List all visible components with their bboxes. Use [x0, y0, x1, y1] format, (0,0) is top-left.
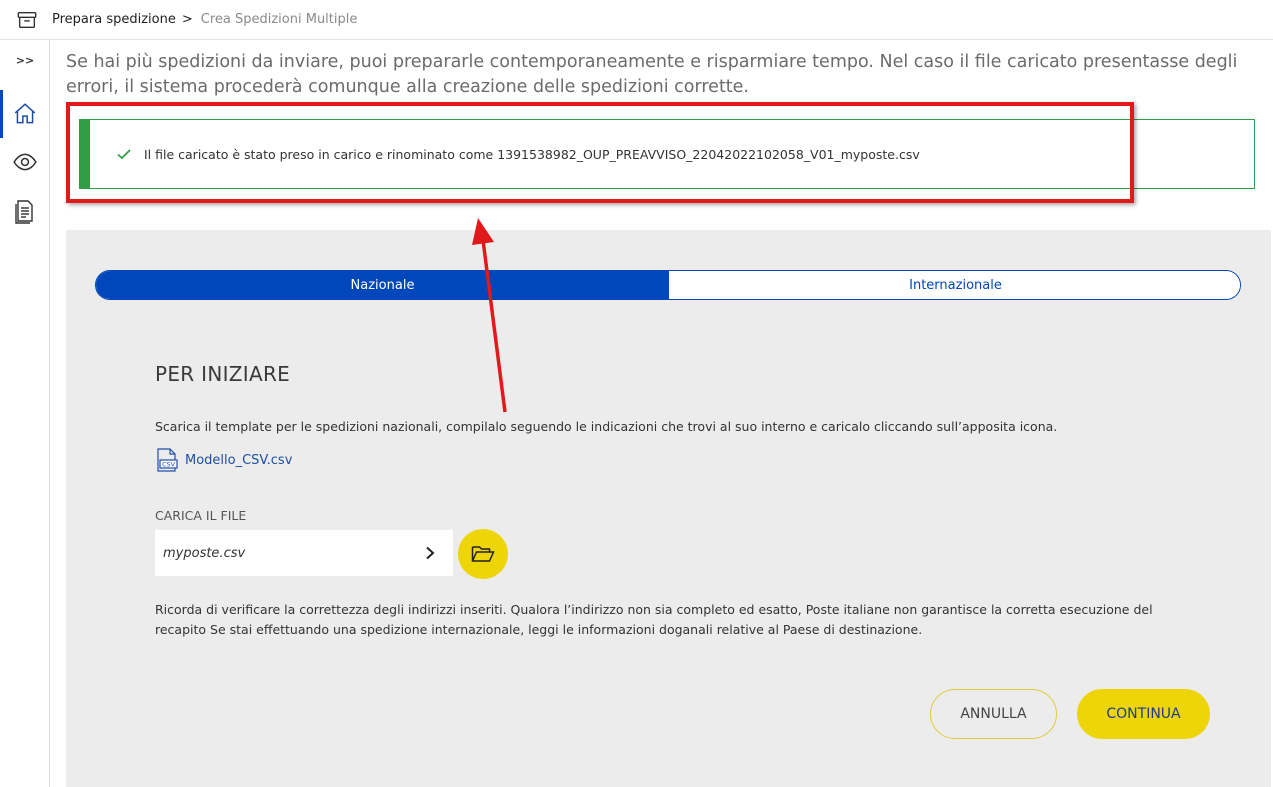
- tab-internazionale[interactable]: Internazionale: [669, 271, 1240, 299]
- sidebar: >>: [0, 40, 50, 787]
- top-header: Prepara spedizione > Crea Spedizioni Mul…: [0, 0, 1273, 40]
- upload-label: CARICA IL FILE: [155, 508, 247, 523]
- home-icon: [14, 103, 36, 124]
- file-name-value: myposte.csv: [163, 545, 246, 561]
- address-warning-note: Ricorda di verificare la correttezza deg…: [155, 602, 1153, 637]
- success-notification: Il file caricato è stato preso in carico…: [79, 119, 1255, 189]
- continue-button[interactable]: CONTINUA: [1077, 689, 1210, 739]
- success-message: Il file caricato è stato preso in carico…: [144, 146, 920, 162]
- shipment-type-toggle: Nazionale Internazionale: [95, 270, 1241, 300]
- document-list-icon: [15, 200, 33, 224]
- archive-box-icon: [17, 11, 37, 28]
- breadcrumb-current: Crea Spedizioni Multiple: [200, 12, 358, 27]
- active-indicator: [0, 90, 3, 138]
- browse-folder-button[interactable]: [458, 529, 508, 579]
- sidebar-item-home[interactable]: [0, 90, 50, 138]
- folder-open-icon: [471, 546, 495, 562]
- template-link-label[interactable]: Modello_CSV.csv: [185, 453, 292, 468]
- sidebar-item-documents[interactable]: [0, 188, 50, 236]
- intro-text: Se hai più spedizioni da inviare, puoi p…: [66, 52, 1238, 97]
- section-title: PER INIZIARE: [155, 362, 291, 386]
- svg-text:CSV: CSV: [162, 461, 176, 469]
- tab-nazionale[interactable]: Nazionale: [96, 271, 669, 299]
- sidebar-expand-button[interactable]: >>: [0, 54, 50, 67]
- check-icon: [117, 149, 131, 160]
- success-accent-bar: [80, 120, 90, 188]
- csv-file-icon: CSV: [157, 448, 178, 472]
- file-input[interactable]: myposte.csv: [155, 530, 453, 576]
- sidebar-item-view[interactable]: [0, 138, 50, 186]
- breadcrumb-separator: >: [181, 12, 193, 27]
- template-download-link[interactable]: CSV Modello_CSV.csv: [155, 447, 292, 473]
- chevron-right-icon[interactable]: [425, 546, 435, 560]
- breadcrumb-prepara-spedizione[interactable]: Prepara spedizione: [52, 12, 176, 27]
- section-description: Scarica il template per le spedizioni na…: [155, 419, 1058, 434]
- eye-icon: [13, 153, 37, 171]
- cancel-button[interactable]: ANNULLA: [930, 689, 1057, 739]
- upload-panel: Nazionale Internazionale PER INIZIARE Sc…: [66, 230, 1271, 787]
